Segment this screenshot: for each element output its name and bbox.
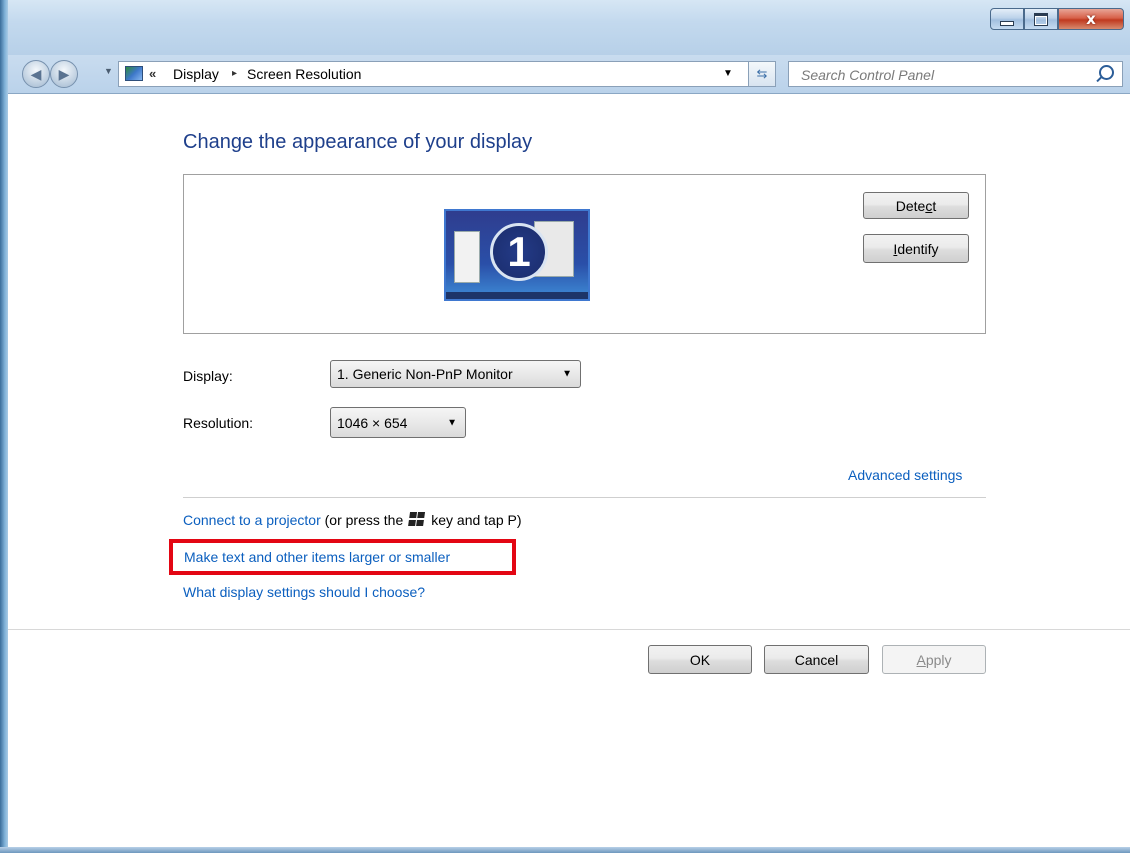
highlight-annotation-box bbox=[169, 539, 516, 575]
ok-button[interactable]: OK bbox=[648, 645, 752, 674]
detect-button[interactable]: Dete c t bbox=[863, 192, 969, 219]
apply-label-accel: A bbox=[916, 651, 926, 668]
page-title: Change the appearance of your display bbox=[183, 131, 533, 153]
breadcrumb-separator-icon[interactable]: ▸ bbox=[232, 68, 237, 79]
breadcrumb-screen-resolution[interactable]: Screen Resolution bbox=[247, 66, 361, 82]
display-label: Display: bbox=[183, 368, 233, 384]
detect-label-after: t bbox=[932, 197, 937, 214]
resolution-select[interactable]: 1046 × 654 ▼ bbox=[330, 407, 466, 438]
apply-button[interactable]: Apply bbox=[882, 645, 986, 674]
window-frame bbox=[0, 0, 1130, 853]
monitor-number-badge: 1 bbox=[490, 223, 548, 281]
detect-label-before: Dete bbox=[895, 197, 926, 214]
address-bar[interactable]: « Display ▸ Screen Resolution ▼ bbox=[118, 61, 772, 87]
maximize-button[interactable] bbox=[1024, 8, 1058, 30]
refresh-icon: ⇆ bbox=[756, 66, 768, 81]
resolution-select-value: 1046 × 654 bbox=[337, 414, 408, 431]
back-arrow-icon: ◀ bbox=[30, 65, 42, 82]
breadcrumb-display[interactable]: Display bbox=[173, 66, 219, 82]
minimize-icon bbox=[1000, 20, 1014, 26]
projector-hint-before: (or press the bbox=[320, 512, 404, 528]
back-button[interactable]: ◀ bbox=[22, 60, 50, 88]
display-select-value: 1. Generic Non-PnP Monitor bbox=[337, 366, 513, 382]
control-panel-icon bbox=[125, 66, 143, 81]
refresh-button[interactable]: ⇆ bbox=[748, 61, 776, 87]
close-icon: x bbox=[1086, 10, 1096, 28]
display-select[interactable]: 1. Generic Non-PnP Monitor ▼ bbox=[330, 360, 581, 388]
recent-pages-dropdown-icon[interactable]: ▼ bbox=[104, 66, 113, 76]
cancel-button[interactable]: Cancel bbox=[764, 645, 869, 674]
monitor-preview-taskbar bbox=[446, 292, 588, 299]
monitor-preview-window-left bbox=[454, 231, 480, 283]
apply-label-after: pply bbox=[925, 651, 952, 668]
close-button[interactable]: x bbox=[1058, 8, 1124, 30]
window-bottom-edge bbox=[0, 847, 1130, 853]
advanced-settings-link[interactable]: Advanced settings bbox=[848, 467, 962, 483]
display-settings-help-link[interactable]: What display settings should I choose? bbox=[183, 584, 425, 600]
resolution-label: Resolution: bbox=[183, 415, 254, 431]
windows-key-icon bbox=[408, 512, 426, 527]
maximize-icon bbox=[1034, 12, 1048, 26]
title-bar[interactable] bbox=[8, 0, 1130, 55]
connect-projector-link[interactable]: Connect to a projector bbox=[183, 512, 321, 528]
detect-label-accel: c bbox=[925, 197, 933, 214]
monitor-1-thumbnail[interactable]: 1 bbox=[444, 209, 590, 301]
search-icon[interactable] bbox=[1099, 65, 1114, 80]
forward-arrow-icon: ▶ bbox=[58, 65, 70, 82]
chevron-down-icon: ▼ bbox=[562, 368, 572, 380]
projector-line: Connect to a projector (or press the key … bbox=[183, 512, 522, 528]
projector-hint-after: key and tap P) bbox=[431, 512, 522, 528]
chevron-down-icon: ▼ bbox=[447, 417, 457, 428]
identify-button[interactable]: Identify bbox=[863, 234, 969, 263]
hidden-crumbs-chevron[interactable]: « bbox=[149, 66, 156, 81]
section-divider bbox=[183, 497, 986, 498]
minimize-button[interactable] bbox=[990, 8, 1024, 30]
search-box[interactable] bbox=[788, 61, 1123, 88]
search-input[interactable] bbox=[789, 62, 1103, 88]
forward-button[interactable]: ▶ bbox=[50, 60, 78, 88]
footer-divider bbox=[8, 629, 1130, 630]
identify-label-after: dentify bbox=[897, 240, 939, 257]
window-left-edge bbox=[0, 0, 8, 853]
address-dropdown-icon[interactable]: ▼ bbox=[723, 68, 733, 79]
